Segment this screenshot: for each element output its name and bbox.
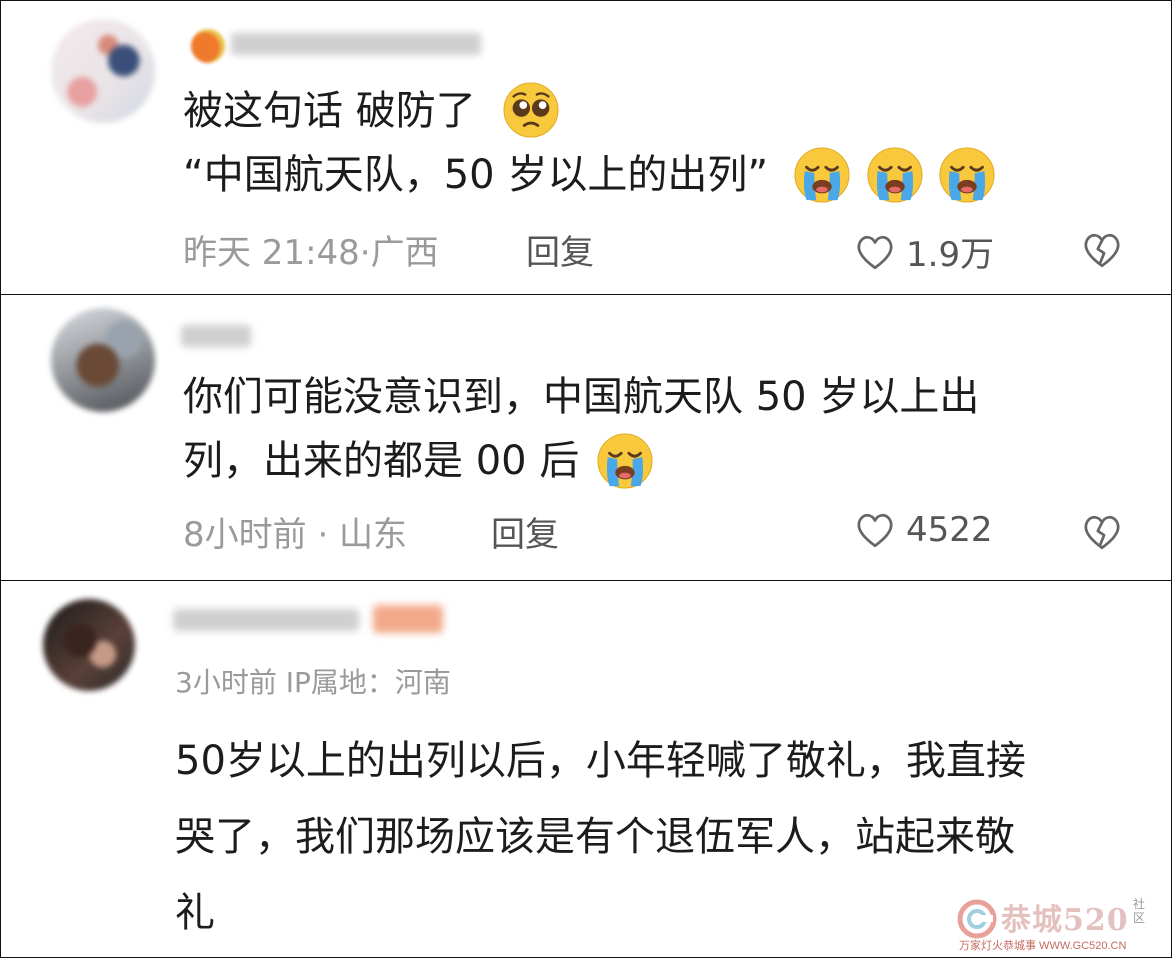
comment-line: 列，出来的都是 00 后 xyxy=(183,438,580,484)
site-watermark: 恭城520 社区 万家灯火恭城事 WWW.GC520.CN xyxy=(957,893,1157,953)
broken-heart-icon[interactable] xyxy=(1081,229,1123,271)
comment-text: 礼 xyxy=(175,883,215,943)
watermark-title: 恭城520 xyxy=(1001,903,1129,938)
pleading-face-icon xyxy=(502,81,560,139)
comment-card-1: 被这句话 破防了 “中国航天队，50 岁以上的出列” 昨天 21:48·广西 回… xyxy=(0,0,1172,296)
like-button[interactable]: 4522 xyxy=(854,509,993,551)
comment-card-3: 3小时前 IP属地：河南 50岁以上的出列以后，小年轻喊了敬礼，我直接 哭了，我… xyxy=(0,580,1172,958)
comment-line: 礼 xyxy=(175,890,215,936)
heart-outline-icon xyxy=(854,231,896,273)
watermark-logo-icon xyxy=(957,899,997,939)
avatar[interactable] xyxy=(43,599,135,691)
heart-outline-icon xyxy=(854,509,896,551)
like-count: 1.9万 xyxy=(906,235,995,275)
comment-text: 被这句话 破防了 xyxy=(183,81,560,141)
loudly-crying-face-icon xyxy=(938,146,996,204)
comment-line: 50岁以上的出列以后，小年轻喊了敬礼，我直接 xyxy=(175,738,1026,784)
reply-button[interactable]: 回复 xyxy=(491,507,559,556)
comment-text: 50岁以上的出列以后，小年轻喊了敬礼，我直接 xyxy=(175,731,1026,791)
broken-heart-icon[interactable] xyxy=(1081,511,1123,553)
loudly-crying-face-icon xyxy=(793,146,851,204)
user-level-badge xyxy=(373,605,443,633)
comment-meta: 3小时前 IP属地：河南 xyxy=(175,666,451,699)
username[interactable] xyxy=(231,33,481,55)
comment-text: 你们可能没意识到，中国航天队 50 岁以上出 xyxy=(183,367,979,427)
comment-line: 哭了，我们那场应该是有个退伍军人，站起来敬 xyxy=(175,814,1015,860)
username[interactable] xyxy=(181,325,251,347)
watermark-side: 社区 xyxy=(1133,897,1146,925)
loudly-crying-face-icon xyxy=(596,432,654,490)
user-badge-icon xyxy=(191,29,225,63)
loudly-crying-face-icon xyxy=(866,146,924,204)
comment-text: 哭了，我们那场应该是有个退伍军人，站起来敬 xyxy=(175,807,1015,867)
comment-line: “中国航天队，50 岁以上的出列” xyxy=(183,152,769,198)
comment-card-2: 你们可能没意识到，中国航天队 50 岁以上出 列，出来的都是 00 后 8小时前… xyxy=(0,294,1172,582)
like-count: 4522 xyxy=(906,510,993,550)
avatar[interactable] xyxy=(51,19,155,123)
comment-text: “中国航天队，50 岁以上的出列” xyxy=(183,145,996,205)
reply-button[interactable]: 回复 xyxy=(526,225,594,274)
comment-timestamp: 昨天 21:48·广西 xyxy=(183,233,439,273)
like-button[interactable]: 1.9万 xyxy=(854,227,994,276)
comment-text: 列，出来的都是 00 后 xyxy=(183,431,654,491)
watermark-subtitle: 万家灯火恭城事 WWW.GC520.CN xyxy=(959,940,1127,952)
comment-timestamp: 8小时前 · 山东 xyxy=(183,515,408,555)
avatar[interactable] xyxy=(51,308,155,412)
comment-line: 被这句话 破防了 xyxy=(183,88,476,134)
comment-line: 你们可能没意识到，中国航天队 50 岁以上出 xyxy=(183,374,980,420)
username[interactable] xyxy=(173,609,359,631)
